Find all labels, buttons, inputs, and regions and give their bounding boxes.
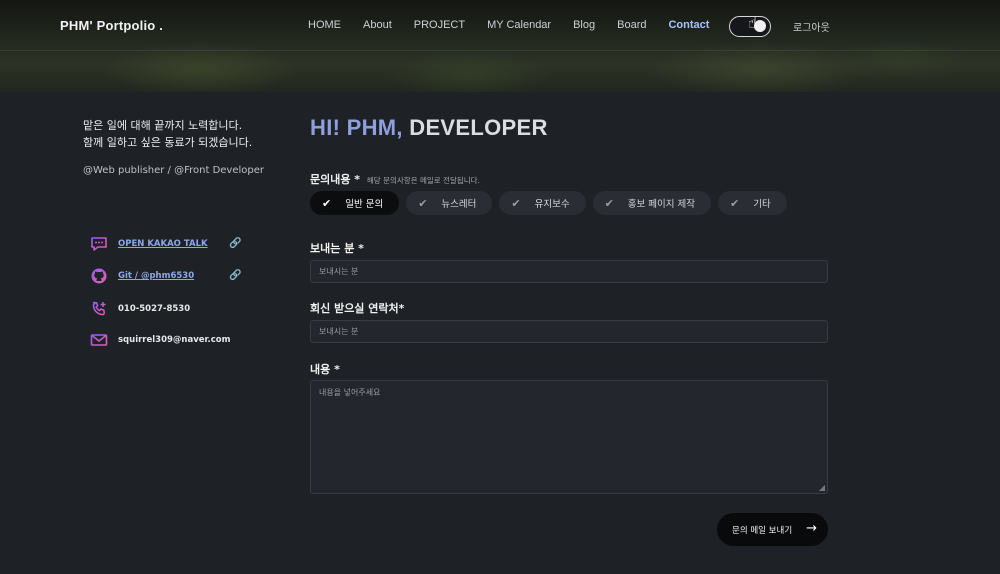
site-logo[interactable]: PHM' Portpolio . xyxy=(60,18,163,33)
contact-github[interactable]: Git / @phm6530 xyxy=(90,267,194,285)
resize-handle-icon[interactable]: ◢ xyxy=(819,483,825,492)
chip-label: 홍보 페이지 제작 xyxy=(627,199,696,210)
inquiry-type-chips: ✔ 일반 문의 ✔ 뉴스레터 ✔ 유지보수 ✔ 홍보 페이지 제작 ✔ 기타 xyxy=(310,191,787,215)
inquiry-label: 문의내용 * 해당 문의사항은 메일로 전달됩니다. xyxy=(310,171,480,187)
chip-newsletter[interactable]: ✔ 뉴스레터 xyxy=(406,191,493,215)
arrow-right-icon: → xyxy=(806,521,817,536)
github-icon xyxy=(91,268,107,284)
link-icon[interactable]: 🔗 xyxy=(229,270,241,281)
send-mail-button[interactable]: 문의 메일 보내기 → xyxy=(717,513,828,546)
intro-line-1: 맡은 일에 대해 끝까지 노력합니다. xyxy=(83,119,243,132)
contact-kakao[interactable]: OPEN KAKAO TALK xyxy=(90,235,208,253)
check-icon: ✔ xyxy=(511,196,521,210)
headline-developer: DEVELOPER xyxy=(409,115,548,140)
reply-contact-input[interactable]: 보내시는 분 xyxy=(310,320,828,343)
send-button-label: 문의 메일 보내기 xyxy=(732,525,793,536)
page-title: HI! PHM, DEVELOPER xyxy=(310,115,548,141)
reply-placeholder: 보내시는 분 xyxy=(319,327,359,336)
contact-phone: 010-5027-8530 xyxy=(90,300,190,318)
inquiry-note: 해당 문의사항은 메일로 전달됩니다. xyxy=(366,176,480,185)
headline-hi: HI! PHM, xyxy=(310,115,403,140)
email-address: squirrel309@naver.com xyxy=(118,335,231,345)
chip-label: 유지보수 xyxy=(534,199,570,210)
check-icon: ✔ xyxy=(604,196,614,210)
sender-placeholder: 보내시는 분 xyxy=(319,267,359,276)
chip-label: 일반 문의 xyxy=(345,199,384,210)
phone-number: 010-5027-8530 xyxy=(118,304,191,314)
chip-label: 뉴스레터 xyxy=(441,199,477,210)
chip-general[interactable]: ✔ 일반 문의 xyxy=(310,191,400,215)
kakao-link-text[interactable]: OPEN KAKAO TALK xyxy=(118,239,208,249)
content-placeholder: 내용을 넣어주세요 xyxy=(319,388,381,397)
header-background xyxy=(0,0,1000,92)
link-icon[interactable]: 🔗 xyxy=(229,238,241,249)
nav-my-calendar[interactable]: MY Calendar xyxy=(487,19,551,31)
mail-icon xyxy=(90,334,108,346)
chat-icon xyxy=(91,237,107,251)
hand-cursor-icon: ☝ xyxy=(748,13,758,32)
chip-maintenance[interactable]: ✔ 유지보수 xyxy=(499,191,586,215)
inquiry-label-text: 문의내용 * xyxy=(310,173,361,186)
chip-etc[interactable]: ✔ 기타 xyxy=(718,191,787,215)
nav-contact[interactable]: Contact xyxy=(668,19,709,31)
github-link-text[interactable]: Git / @phm6530 xyxy=(118,271,194,281)
reply-contact-label: 회신 받으실 연락처* xyxy=(310,302,405,315)
main-nav: HOME About PROJECT MY Calendar Blog Boar… xyxy=(308,19,731,31)
sender-input[interactable]: 보내시는 분 xyxy=(310,260,828,283)
nav-blog[interactable]: Blog xyxy=(573,19,595,31)
chip-promo-page[interactable]: ✔ 홍보 페이지 제작 xyxy=(592,191,712,215)
phone-icon xyxy=(92,301,106,316)
intro-line-2: 함께 일하고 싶은 동료가 되겠습니다. xyxy=(83,136,253,149)
role-text: @Web publisher / @Front Developer xyxy=(83,165,265,176)
check-icon: ✔ xyxy=(322,196,332,210)
nav-about[interactable]: About xyxy=(363,19,392,31)
nav-project[interactable]: PROJECT xyxy=(414,19,465,31)
chip-label: 기타 xyxy=(753,199,771,210)
nav-home[interactable]: HOME xyxy=(308,19,341,31)
sender-label: 보내는 분 * xyxy=(310,242,364,255)
nav-board[interactable]: Board xyxy=(617,19,646,31)
header-divider xyxy=(0,50,1000,51)
content-textarea[interactable]: 내용을 넣어주세요 ◢ xyxy=(310,380,828,494)
contact-email: squirrel309@naver.com xyxy=(90,331,230,349)
check-icon: ✔ xyxy=(418,196,428,210)
logout-link[interactable]: 로그아웃 xyxy=(793,19,830,34)
content-label: 내용 * xyxy=(310,363,340,376)
check-icon: ✔ xyxy=(730,196,740,210)
